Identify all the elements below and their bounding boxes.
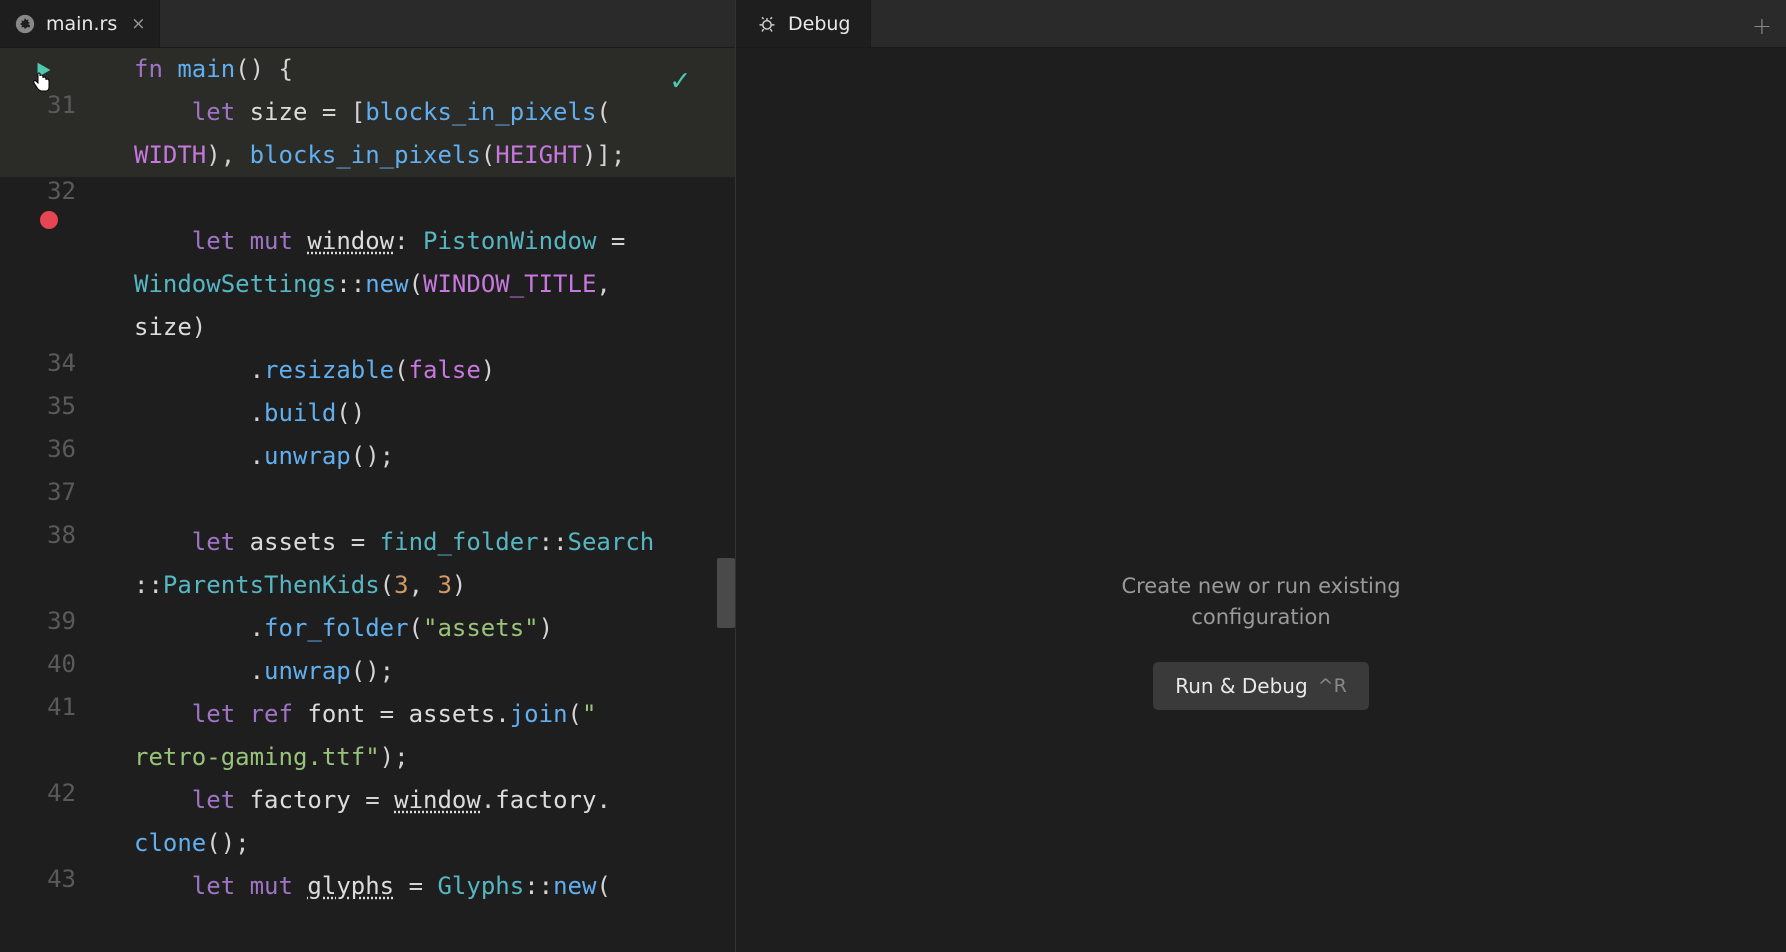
breakpoint-icon[interactable] [40, 211, 58, 229]
gutter[interactable]: 31 [0, 91, 90, 119]
gutter[interactable]: 39 [0, 607, 90, 635]
code-content[interactable]: let ref font = assets.join(" [90, 693, 596, 736]
code-line[interactable]: 43 let mut glyphs = Glyphs::new( [0, 865, 735, 908]
code-content[interactable]: clone(); [90, 822, 250, 865]
tab-close-button[interactable]: × [127, 14, 145, 34]
code-line[interactable]: clone(); [0, 822, 735, 865]
editor-tabbar: main.rs × [0, 0, 735, 48]
gutter[interactable]: 32 [0, 177, 90, 205]
code-line[interactable]: 32 [0, 177, 735, 220]
bug-icon [756, 13, 778, 35]
run-play-icon[interactable] [32, 59, 54, 86]
code-line[interactable]: 39 .for_folder("assets") [0, 607, 735, 650]
editor-panel: main.rs × ✓ fn main() {31 let size = [bl… [0, 0, 735, 952]
code-line[interactable]: 37 [0, 478, 735, 521]
line-number: 31 [47, 91, 76, 119]
code-line[interactable]: let mut window: PistonWindow = [0, 220, 735, 263]
debug-empty-message: Create new or run existingconfiguration [1121, 571, 1400, 634]
gutter[interactable]: 34 [0, 349, 90, 377]
code-line[interactable]: retro-gaming.ttf"); [0, 736, 735, 779]
line-number: 34 [47, 349, 76, 377]
code-line[interactable]: 42 let factory = window.factory. [0, 779, 735, 822]
debug-panel: Debug + Create new or run existingconfig… [735, 0, 1786, 952]
rust-icon [14, 13, 36, 35]
line-number: 43 [47, 865, 76, 893]
run-and-debug-button[interactable]: Run & Debug ^R [1153, 662, 1369, 710]
line-number: 41 [47, 693, 76, 721]
gutter[interactable]: 37 [0, 478, 90, 506]
code-content[interactable]: let mut window: PistonWindow = [90, 220, 625, 263]
code-line[interactable]: WIDTH), blocks_in_pixels(HEIGHT)]; [0, 134, 735, 177]
code-line[interactable]: WindowSettings::new(WINDOW_TITLE, [0, 263, 735, 306]
line-number: 38 [47, 521, 76, 549]
code-content[interactable]: retro-gaming.ttf"); [90, 736, 409, 779]
line-number: 42 [47, 779, 76, 807]
code-line[interactable]: 40 .unwrap(); [0, 650, 735, 693]
scrollbar-vertical[interactable] [717, 558, 735, 628]
gutter[interactable]: 43 [0, 865, 90, 893]
code-content[interactable]: fn main() { [90, 48, 293, 91]
code-line[interactable]: 35 .build() [0, 392, 735, 435]
debug-tab-title: Debug [788, 13, 850, 35]
add-tab-button[interactable]: + [1752, 12, 1772, 40]
run-debug-label: Run & Debug [1175, 674, 1307, 698]
debug-tabbar: Debug + [736, 0, 1786, 48]
code-content[interactable]: .unwrap(); [90, 650, 394, 693]
debug-tab[interactable]: Debug [736, 0, 871, 47]
debug-content: Create new or run existingconfiguration … [736, 48, 1786, 952]
line-number: 35 [47, 392, 76, 420]
code-content[interactable]: .resizable(false) [90, 349, 495, 392]
gutter[interactable]: 41 [0, 693, 90, 721]
code-line[interactable]: 31 let size = [blocks_in_pixels( [0, 91, 735, 134]
code-line[interactable]: fn main() { [0, 48, 735, 91]
code-line[interactable]: 36 .unwrap(); [0, 435, 735, 478]
code-line[interactable]: 38 let assets = find_folder::Search [0, 521, 735, 564]
code-line[interactable]: 34 .resizable(false) [0, 349, 735, 392]
gutter[interactable]: 36 [0, 435, 90, 463]
code-content[interactable]: .unwrap(); [90, 435, 394, 478]
tab-filename: main.rs [46, 13, 117, 35]
gutter[interactable]: 35 [0, 392, 90, 420]
code-line[interactable]: ::ParentsThenKids(3, 3) [0, 564, 735, 607]
code-content[interactable]: let mut glyphs = Glyphs::new( [90, 865, 611, 908]
gutter[interactable]: 40 [0, 650, 90, 678]
code-content[interactable]: WIDTH), blocks_in_pixels(HEIGHT)]; [90, 134, 625, 177]
editor-body[interactable]: ✓ fn main() {31 let size = [blocks_in_pi… [0, 48, 735, 952]
code-line[interactable]: 41 let ref font = assets.join(" [0, 693, 735, 736]
line-number: 37 [47, 478, 76, 506]
code-content[interactable]: WindowSettings::new(WINDOW_TITLE, [90, 263, 611, 306]
editor-tab-main-rs[interactable]: main.rs × [0, 0, 160, 47]
code-content[interactable]: let factory = window.factory. [90, 779, 611, 822]
code-content[interactable]: size) [90, 306, 206, 349]
code-content[interactable]: let size = [blocks_in_pixels( [90, 91, 611, 134]
checkmark-icon: ✓ [671, 63, 689, 100]
line-number: 39 [47, 607, 76, 635]
gutter[interactable]: 38 [0, 521, 90, 549]
line-number: 40 [47, 650, 76, 678]
code-content[interactable]: .for_folder("assets") [90, 607, 553, 650]
gutter[interactable]: 42 [0, 779, 90, 807]
code-content[interactable]: .build() [90, 392, 365, 435]
code-content[interactable]: let assets = find_folder::Search [90, 521, 654, 564]
code-content[interactable]: ::ParentsThenKids(3, 3) [90, 564, 466, 607]
line-number: 36 [47, 435, 76, 463]
run-debug-shortcut: ^R [1318, 675, 1347, 697]
line-number: 32 [47, 177, 76, 205]
code-line[interactable]: size) [0, 306, 735, 349]
